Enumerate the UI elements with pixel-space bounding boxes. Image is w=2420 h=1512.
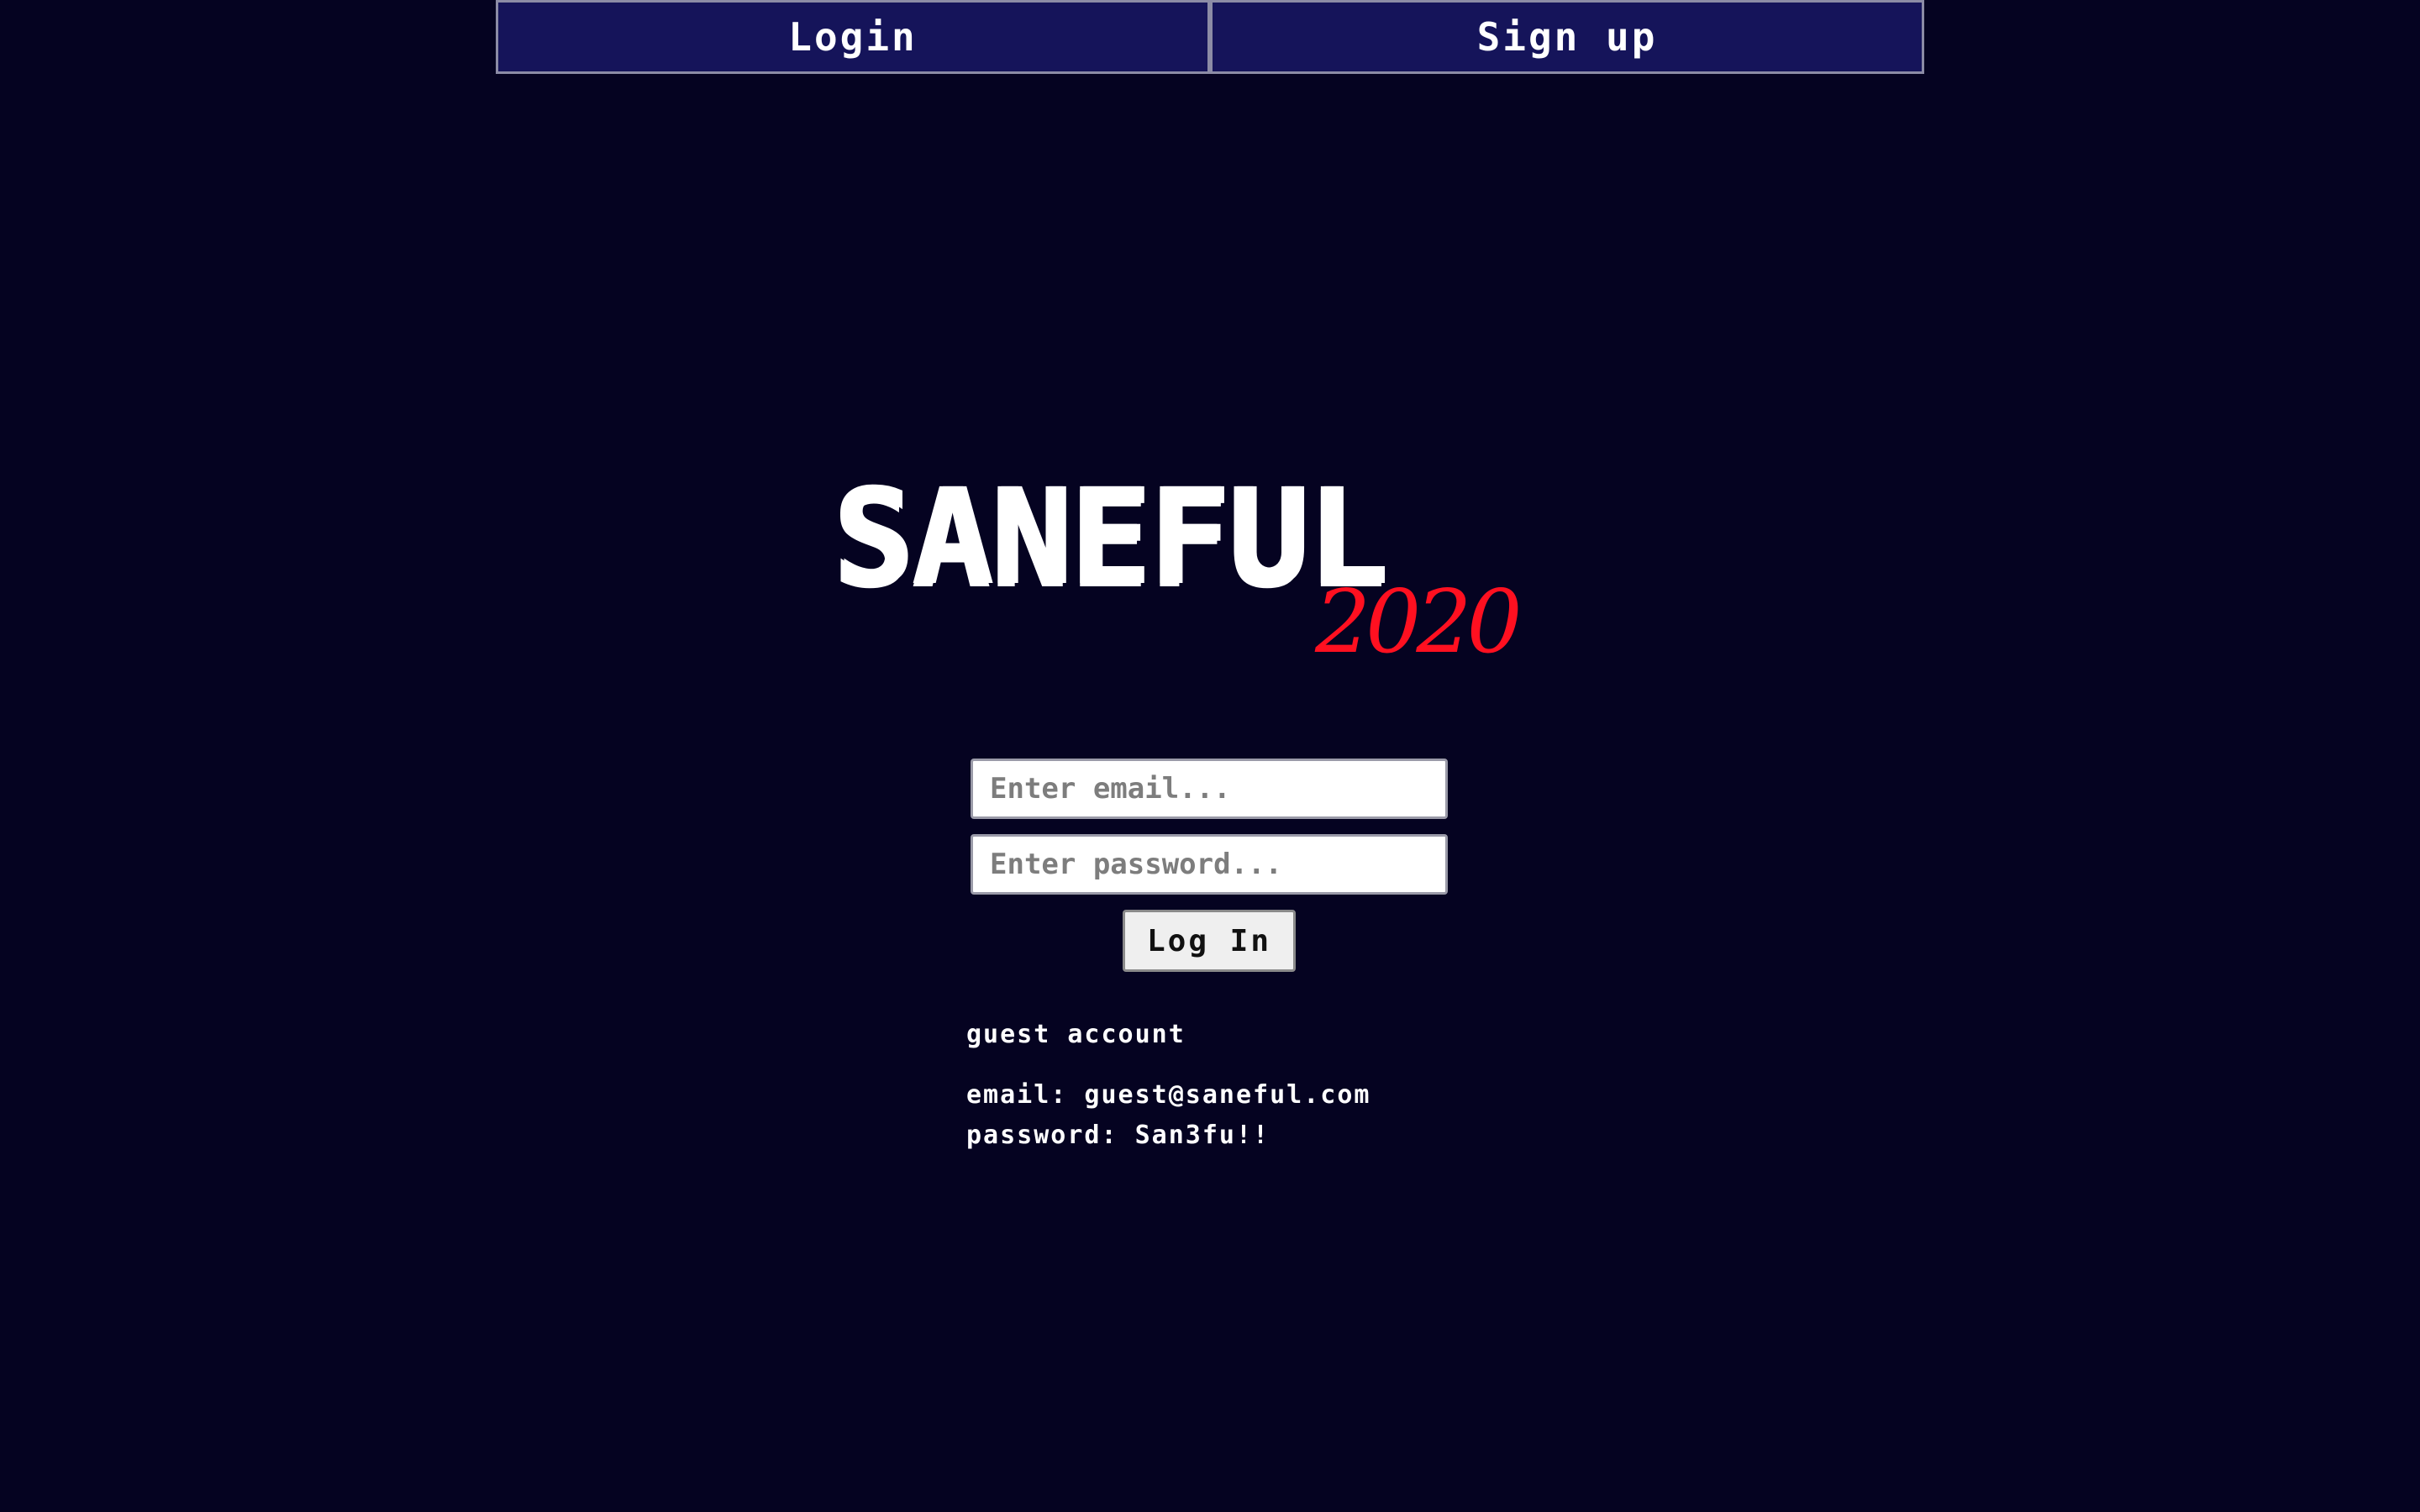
login-form: Log In (971, 759, 1449, 972)
guest-password-text: password: San3fu!! (966, 1121, 1270, 1150)
saneful-logo: SANEFUL 2020 (832, 470, 1588, 672)
guest-account-title: guest account (966, 1020, 1186, 1049)
email-input[interactable] (971, 759, 1448, 819)
guest-account-info: guest account email: guest@saneful.com p… (966, 1018, 1370, 1156)
logo-title: SANEFUL (832, 460, 1386, 615)
log-in-button[interactable]: Log In (1123, 910, 1296, 972)
guest-email-text: email: guest@saneful.com (966, 1080, 1371, 1110)
tab-sign-up[interactable]: Sign up (1210, 0, 1924, 74)
logo-year: 2020 (1315, 570, 1523, 673)
top-tab-bar: Login Sign up (496, 0, 1924, 77)
tab-login[interactable]: Login (496, 0, 1210, 74)
login-page: Login Sign up SANEFUL 2020 Log In guest … (0, 0, 2420, 1512)
password-input[interactable] (971, 834, 1448, 895)
